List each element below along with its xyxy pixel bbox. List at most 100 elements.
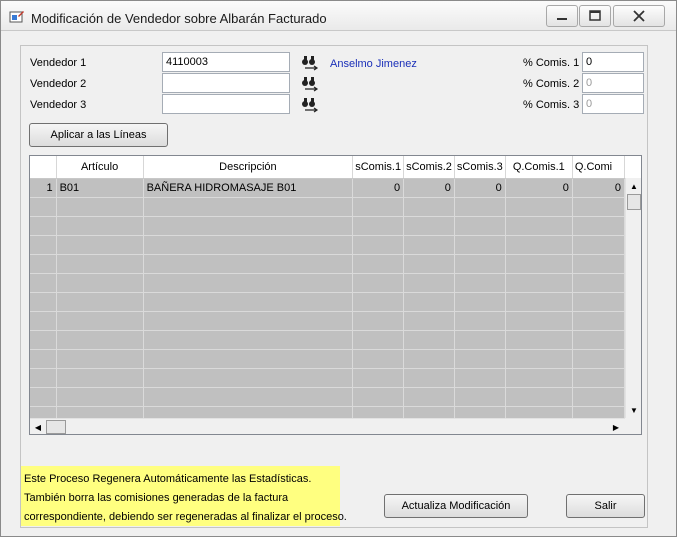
notice-line: correspondiente, debiendo ser regenerada… bbox=[24, 511, 347, 523]
empty-cell bbox=[505, 292, 573, 312]
empty-cell bbox=[403, 406, 455, 418]
notice-line: También borra las comisiones generadas d… bbox=[24, 492, 289, 504]
empty-cell bbox=[403, 235, 455, 255]
empty-row bbox=[30, 406, 625, 418]
window-title: Modificación de Vendedor sobre Albarán F… bbox=[31, 11, 327, 26]
empty-cell bbox=[352, 254, 405, 274]
empty-cell bbox=[143, 330, 354, 350]
search-binoculars-icon[interactable] bbox=[301, 76, 319, 92]
lines-grid[interactable]: Artículo Descripción sComis.1 sComis.2 s… bbox=[29, 155, 642, 435]
vendor2-code-input[interactable] bbox=[162, 73, 290, 93]
title-bar[interactable]: Modificación de Vendedor sobre Albarán F… bbox=[1, 1, 676, 31]
empty-cell bbox=[505, 311, 573, 331]
empty-cell bbox=[505, 254, 573, 274]
close-button[interactable] bbox=[613, 5, 665, 27]
column-header-articulo[interactable]: Artículo bbox=[56, 156, 144, 179]
minimize-button[interactable] bbox=[546, 5, 578, 27]
empty-cell bbox=[56, 349, 144, 369]
maximize-button[interactable] bbox=[579, 5, 611, 27]
grid-body: Artículo Descripción sComis.1 sComis.2 s… bbox=[30, 156, 625, 418]
scroll-up-icon[interactable]: ▲ bbox=[626, 178, 642, 194]
commission2-label: % Comis. 2 bbox=[523, 78, 580, 90]
column-header-comis1[interactable]: sComis.1 bbox=[352, 156, 405, 179]
cell-descripcion[interactable]: BAÑERA HIDROMASAJE B01 bbox=[143, 178, 354, 198]
empty-cell bbox=[352, 311, 405, 331]
empty-cell bbox=[30, 197, 57, 217]
column-header-descripcion[interactable]: Descripción bbox=[143, 156, 354, 179]
scroll-down-icon[interactable]: ▼ bbox=[626, 402, 642, 418]
empty-cell bbox=[352, 387, 405, 407]
vendor3-code-input[interactable] bbox=[162, 94, 290, 114]
horizontal-scrollbar[interactable]: ◀ ▶ bbox=[30, 418, 625, 434]
table-row[interactable]: 1 B01 BAÑERA HIDROMASAJE B01 0 0 0 0 0 bbox=[30, 178, 625, 198]
commission1-input[interactable]: 0 bbox=[582, 52, 644, 72]
empty-cell bbox=[572, 330, 625, 350]
scroll-right-icon[interactable]: ▶ bbox=[608, 419, 624, 435]
cell-comis3[interactable]: 0 bbox=[454, 178, 506, 198]
column-header-qcomis1[interactable]: Q.Comis.1 bbox=[505, 156, 573, 179]
empty-cell bbox=[352, 330, 405, 350]
empty-cell bbox=[505, 368, 573, 388]
commission2-input[interactable]: 0 bbox=[582, 73, 644, 93]
empty-row bbox=[30, 330, 625, 350]
search-binoculars-icon[interactable] bbox=[301, 97, 319, 113]
empty-cell bbox=[56, 368, 144, 388]
vendor1-label: Vendedor 1 bbox=[30, 57, 87, 69]
empty-cell bbox=[403, 216, 455, 236]
empty-cell bbox=[454, 273, 506, 293]
vendor1-code-input[interactable]: 4110003 bbox=[162, 52, 290, 72]
empty-row bbox=[30, 292, 625, 312]
empty-cell bbox=[572, 406, 625, 418]
empty-cell bbox=[352, 349, 405, 369]
column-header-comis2[interactable]: sComis.2 bbox=[403, 156, 455, 179]
empty-cell bbox=[572, 197, 625, 217]
empty-cell bbox=[143, 273, 354, 293]
search-binoculars-icon[interactable] bbox=[301, 55, 319, 71]
scroll-corner bbox=[625, 418, 641, 434]
empty-row bbox=[30, 197, 625, 217]
column-header-comis3[interactable]: sComis.3 bbox=[454, 156, 506, 179]
empty-cell bbox=[30, 311, 57, 331]
update-modification-button[interactable]: Actualiza Modificación bbox=[384, 494, 528, 518]
empty-cell bbox=[572, 368, 625, 388]
empty-cell bbox=[454, 216, 506, 236]
empty-cell bbox=[403, 197, 455, 217]
empty-cell bbox=[403, 254, 455, 274]
empty-cell bbox=[352, 292, 405, 312]
empty-cell bbox=[352, 406, 405, 418]
app-icon bbox=[9, 11, 24, 23]
cell-comis2[interactable]: 0 bbox=[403, 178, 455, 198]
empty-cell bbox=[403, 273, 455, 293]
empty-cell bbox=[505, 235, 573, 255]
empty-cell bbox=[56, 330, 144, 350]
empty-cell bbox=[143, 387, 354, 407]
exit-button[interactable]: Salir bbox=[566, 494, 645, 518]
dialog-window: Modificación de Vendedor sobre Albarán F… bbox=[0, 0, 677, 537]
empty-cell bbox=[143, 235, 354, 255]
empty-row bbox=[30, 311, 625, 331]
empty-cell bbox=[454, 254, 506, 274]
column-header-qcomi[interactable]: Q.Comi bbox=[572, 156, 625, 179]
empty-cell bbox=[56, 273, 144, 293]
commission1-label: % Comis. 1 bbox=[523, 57, 580, 69]
cell-comis1[interactable]: 0 bbox=[352, 178, 405, 198]
empty-cell bbox=[454, 368, 506, 388]
cell-articulo[interactable]: B01 bbox=[56, 178, 144, 198]
vertical-scroll-thumb[interactable] bbox=[627, 194, 641, 210]
apply-to-lines-button[interactable]: Aplicar a las Líneas bbox=[29, 123, 168, 147]
row-number: 1 bbox=[30, 178, 57, 198]
cell-qcomis1[interactable]: 0 bbox=[505, 178, 573, 198]
horizontal-scroll-thumb[interactable] bbox=[46, 420, 66, 434]
empty-cell bbox=[454, 292, 506, 312]
column-header[interactable] bbox=[30, 156, 57, 179]
commission3-input[interactable]: 0 bbox=[582, 94, 644, 114]
empty-cell bbox=[56, 387, 144, 407]
empty-row bbox=[30, 368, 625, 388]
empty-cell bbox=[454, 235, 506, 255]
empty-row bbox=[30, 254, 625, 274]
cell-qcomi[interactable]: 0 bbox=[572, 178, 625, 198]
empty-cell bbox=[572, 292, 625, 312]
vertical-scrollbar[interactable]: ▲ ▼ bbox=[625, 178, 641, 418]
empty-cell bbox=[143, 368, 354, 388]
scroll-left-icon[interactable]: ◀ bbox=[30, 419, 46, 435]
